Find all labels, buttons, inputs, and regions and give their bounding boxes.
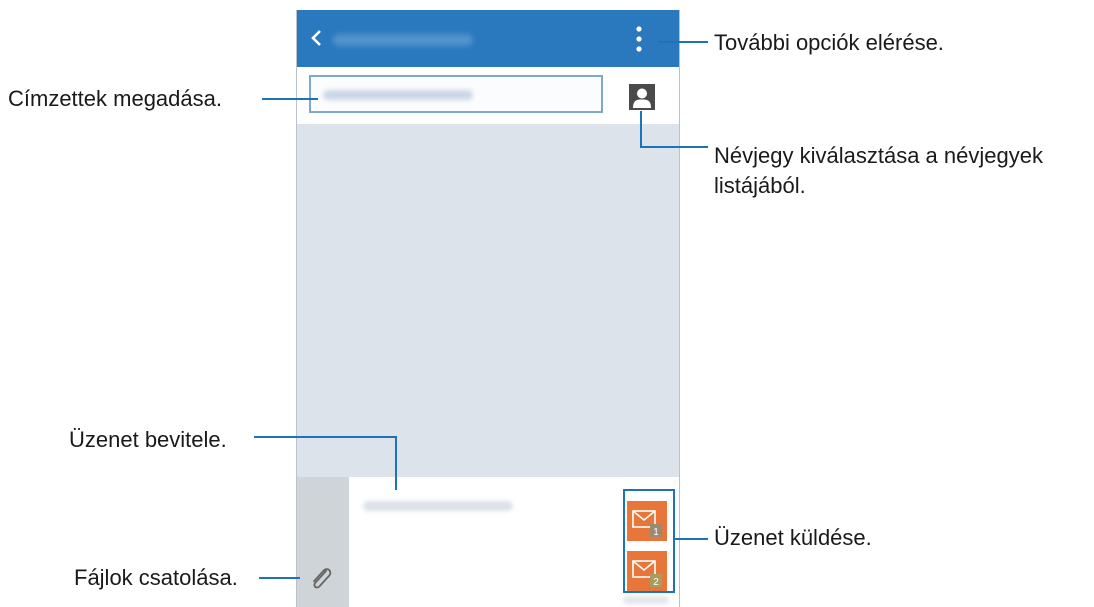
callout-more-options: További opciók elérése. [714,30,944,55]
callout-message-entry: Üzenet bevitele. [69,427,227,452]
callout-send-message: Üzenet küldése. [714,525,872,550]
callout-attach-files: Fájlok csatolása. [74,565,238,590]
callout-contact-pick: Névjegy kiválasztása a névjegyek listájá… [714,143,1043,198]
leader-contact [640,111,708,148]
leader-message [254,436,397,490]
callout-recipients: Címzettek megadása. [8,86,222,111]
